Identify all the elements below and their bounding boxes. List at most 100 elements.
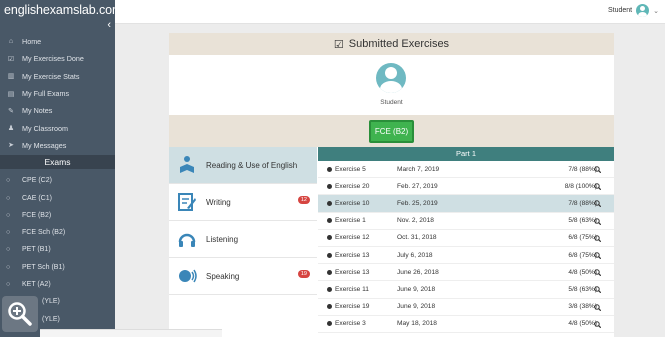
zoom-in-icon[interactable] bbox=[2, 296, 38, 332]
user-name: Student bbox=[607, 7, 633, 14]
sidebar-item-exam[interactable]: ○ CPE (C2) bbox=[0, 172, 115, 189]
exercise-content: Reading & Use of English Writing 12 List… bbox=[169, 147, 614, 337]
tab-listening[interactable]: Listening bbox=[169, 221, 317, 258]
sidebar-item-label: My Full Exams bbox=[22, 89, 70, 99]
sidebar-item-label: PET Sch (B1) bbox=[22, 263, 65, 271]
sidebar-item-classroom[interactable]: ♟ My Classroom bbox=[0, 119, 115, 136]
tab-writing[interactable]: Writing 12 bbox=[169, 184, 317, 221]
sidebar-item-label: FCE (B2) bbox=[22, 211, 52, 219]
sidebar-item-label: Home bbox=[22, 37, 42, 47]
exercise-name: Exercise 13 bbox=[335, 251, 370, 259]
sidebar-item-label: PET (B1) bbox=[22, 246, 51, 254]
table-row[interactable]: Exercise 5 March 7, 2019 7/8 (88%) bbox=[318, 161, 614, 179]
exercise-date: May 18, 2018 bbox=[397, 320, 437, 328]
circle-icon: ○ bbox=[6, 194, 11, 202]
magnifier-icon[interactable] bbox=[594, 166, 602, 175]
exercise-date: Feb. 25, 2019 bbox=[397, 199, 438, 207]
bullet-icon bbox=[327, 252, 332, 258]
sidebar-item-label: KET (A2) bbox=[22, 281, 51, 288]
sidebar-item-exam[interactable]: ○ FCE Sch (B2) bbox=[0, 224, 115, 241]
user-menu[interactable]: Student ⌄ bbox=[608, 4, 659, 17]
sidebar-item-exam[interactable]: ○ PET (B1) bbox=[0, 241, 115, 258]
magnifier-icon[interactable] bbox=[594, 200, 602, 209]
sidebar-item-exercise-stats[interactable]: ▥ My Exercise Stats bbox=[0, 68, 115, 85]
magnifier-icon[interactable] bbox=[594, 235, 602, 244]
magnifier-icon[interactable] bbox=[594, 286, 602, 295]
file-icon: ▤ bbox=[7, 90, 15, 98]
magnifier-icon[interactable] bbox=[594, 269, 602, 278]
exercise-date: Oct. 31, 2018 bbox=[397, 234, 437, 242]
sidebar-item-exam[interactable]: ○ PET Sch (B1) bbox=[0, 259, 115, 276]
table-row[interactable]: Exercise 11 June 9, 2018 5/8 (63%) bbox=[318, 281, 614, 299]
exercise-table: Part 1 Exercise 5 March 7, 2019 7/8 (88%) … bbox=[318, 147, 614, 333]
speaking-icon bbox=[176, 265, 198, 287]
table-row[interactable]: Exercise 1 Nov. 2, 2018 5/8 (63%) bbox=[318, 213, 614, 230]
sidebar-item-exam[interactable]: ○ KET (A2) bbox=[0, 276, 115, 293]
magnifier-icon[interactable] bbox=[594, 320, 602, 330]
magnifier-icon[interactable] bbox=[594, 303, 602, 313]
exercise-score: 8/8 (100%) bbox=[564, 182, 597, 190]
sidebar-item-label: CPE (C2) bbox=[22, 177, 52, 185]
users-icon: ♟ bbox=[7, 125, 15, 133]
exercise-score: 7/8 (88%) bbox=[568, 199, 597, 207]
check-square-icon: ☑ bbox=[333, 38, 344, 51]
table-row[interactable]: Exercise 13 June 26, 2018 4/8 (50%) bbox=[318, 264, 614, 282]
sidebar-item-notes[interactable]: ✎ My Notes bbox=[0, 102, 115, 119]
speaking-count-badge: 19 bbox=[297, 270, 310, 278]
sidebar-item-home[interactable]: ⌂ Home bbox=[0, 33, 115, 50]
table-row[interactable]: Exercise 12 Oct. 31, 2018 6/8 (75%) bbox=[318, 230, 614, 247]
exercise-date: Feb. 27, 2019 bbox=[397, 182, 438, 190]
sidebar-item-messages[interactable]: ➤ My Messages bbox=[0, 137, 115, 154]
sidebar-item-exam[interactable]: ○ CAE (C1) bbox=[0, 189, 115, 206]
sidebar-item-exercises-done[interactable]: ☑ My Exercises Done bbox=[0, 50, 115, 67]
bullet-icon bbox=[327, 269, 332, 275]
table-row[interactable]: Exercise 3 May 18, 2018 4/8 (50%) bbox=[318, 316, 614, 333]
exercise-score: 4/8 (50%) bbox=[568, 320, 597, 328]
exercise-date: Nov. 2, 2018 bbox=[397, 217, 434, 225]
exercise-score: 6/8 (75%) bbox=[568, 234, 597, 242]
circle-icon: ○ bbox=[6, 246, 11, 254]
sidebar-item-label: FCE Sch (B2) bbox=[22, 229, 66, 237]
brand-logo[interactable]: englishexamslab.com bbox=[0, 0, 122, 22]
tab-label: Writing bbox=[206, 197, 231, 207]
sidebar-item-exam[interactable]: ○ FCE (B2) bbox=[0, 207, 115, 224]
table-row[interactable]: Exercise 20 Feb. 27, 2019 8/8 (100%) bbox=[318, 178, 614, 196]
magnifier-icon[interactable] bbox=[594, 183, 602, 192]
sidebar: englishexamslab.com ‹ ⌂ Home ☑ My Exercise… bbox=[0, 0, 122, 337]
tab-label: Reading & Use of English bbox=[206, 160, 298, 170]
writing-count-badge: 12 bbox=[297, 196, 310, 204]
level-button[interactable]: FCE (B2) bbox=[368, 119, 415, 143]
table-row[interactable]: Exercise 19 June 9, 2018 3/8 (38%) bbox=[318, 299, 614, 316]
bullet-icon bbox=[327, 183, 332, 189]
writing-icon bbox=[176, 191, 198, 213]
magnifier-icon[interactable] bbox=[594, 217, 602, 227]
bullet-icon bbox=[327, 235, 332, 241]
avatar bbox=[636, 4, 650, 17]
circle-icon: ○ bbox=[6, 211, 11, 219]
exercise-date: June 9, 2018 bbox=[397, 285, 436, 293]
table-row[interactable]: Exercise 13 July 6, 2018 6/8 (75%) bbox=[318, 247, 614, 265]
circle-icon: ○ bbox=[6, 281, 11, 288]
exercise-name: Exercise 11 bbox=[335, 285, 369, 293]
magnifier-icon[interactable] bbox=[594, 252, 602, 261]
sidebar-item-full-exams[interactable]: ▤ My Full Exams bbox=[0, 85, 115, 102]
profile-area: Student bbox=[169, 55, 614, 115]
horizontal-scrollbar[interactable] bbox=[40, 329, 222, 337]
bar-chart-icon: ▥ bbox=[7, 73, 15, 81]
exercise-score: 5/8 (63%) bbox=[568, 285, 597, 293]
tab-speaking[interactable]: Speaking 19 bbox=[169, 258, 317, 295]
table-row[interactable]: Exercise 10 Feb. 25, 2019 7/8 (88%) bbox=[318, 195, 614, 213]
exercise-name: Exercise 1 bbox=[335, 217, 366, 225]
exercise-date: June 9, 2018 bbox=[397, 303, 436, 311]
collapse-sidebar-icon[interactable]: ‹ bbox=[107, 19, 111, 31]
sidebar-item-label: My Exercises Done bbox=[22, 54, 84, 64]
submitted-exercises-panel: ☑ Submitted Exercises Student FCE (B2) R… bbox=[169, 33, 614, 337]
exams-heading: Exams bbox=[0, 155, 115, 170]
send-icon: ➤ bbox=[8, 142, 14, 150]
exercise-score: 3/8 (38%) bbox=[568, 303, 597, 311]
part-header: Part 1 bbox=[318, 147, 614, 161]
bullet-icon bbox=[327, 166, 332, 172]
exercise-score: 4/8 (50%) bbox=[568, 268, 597, 276]
tab-reading[interactable]: Reading & Use of English bbox=[169, 147, 317, 184]
exercise-name: Exercise 13 bbox=[335, 268, 370, 276]
